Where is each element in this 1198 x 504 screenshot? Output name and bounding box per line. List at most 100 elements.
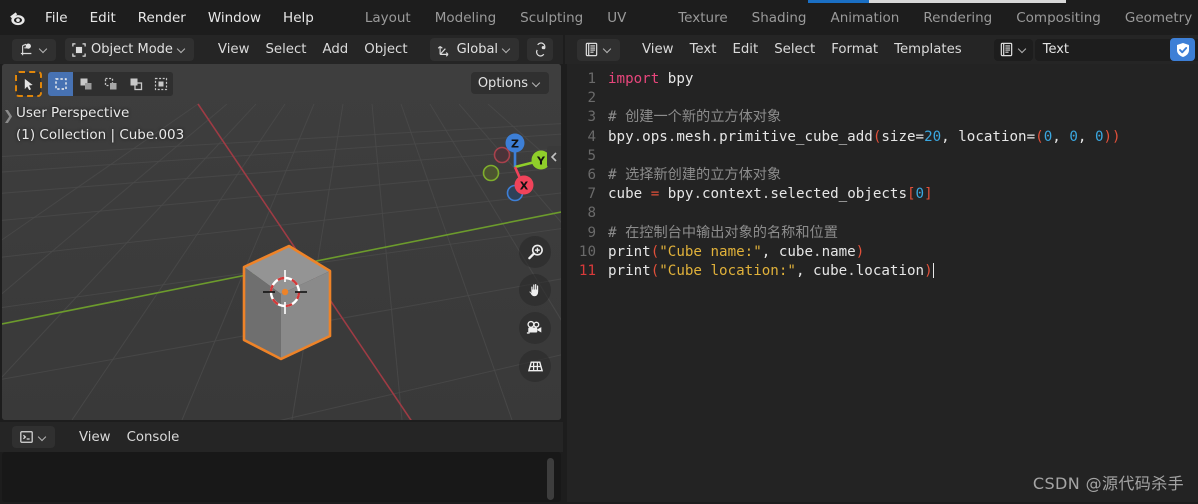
camera-view-button[interactable]	[519, 312, 551, 344]
zoom-tool-button[interactable]	[519, 236, 551, 268]
line-number: 10	[578, 243, 596, 260]
orientation-axis-icon	[437, 45, 448, 57]
text-editor-menus: View Text Edit Select Format Templates	[634, 39, 970, 60]
console-menu-console[interactable]: Console	[119, 427, 188, 448]
menu-edit[interactable]: Edit	[79, 6, 127, 30]
text-menu-text[interactable]: Text	[682, 39, 725, 60]
console-menus: View Console	[71, 427, 187, 448]
code-line: # 在控制台中输出对象的名称和位置	[608, 224, 838, 241]
camera-icon	[526, 320, 542, 334]
select-invert-icon	[130, 78, 142, 91]
tab-animation[interactable]: Animation	[818, 0, 911, 35]
console-menu-view[interactable]: View	[71, 427, 119, 448]
console-output-area[interactable]	[2, 452, 561, 502]
snap-toggle-button[interactable]	[527, 38, 554, 61]
text-caret	[932, 262, 935, 278]
transform-orientation-selector[interactable]: Global	[429, 38, 520, 61]
chevron-down-icon	[39, 433, 48, 442]
line-number: 2	[587, 90, 596, 107]
toggle-ortho-button[interactable]	[519, 350, 551, 382]
viewport-overlay-text: User Perspective (1) Collection | Cube.0…	[16, 102, 184, 146]
select-box-button[interactable]	[48, 72, 73, 96]
viewport-tool-header	[15, 71, 173, 97]
text-menu-format[interactable]: Format	[823, 39, 886, 60]
tab-texture-paint[interactable]: Texture Paint	[666, 0, 739, 63]
tab-geometry[interactable]: Geometry	[1113, 0, 1198, 35]
viewport-canvas[interactable]: Options ❯ User Perspective (1) Collectio…	[2, 64, 561, 420]
workspace-tabs: Layout Modeling Sculpting UV Editing Tex…	[353, 0, 1198, 63]
tab-layout[interactable]: Layout	[353, 0, 423, 35]
object-mode-selector[interactable]: Object Mode	[65, 38, 194, 61]
viewport-editor-type-selector[interactable]	[12, 38, 56, 61]
tab-modeling[interactable]: Modeling	[423, 0, 508, 35]
text-menu-view[interactable]: View	[634, 39, 682, 60]
tab-rendering[interactable]: Rendering	[911, 0, 1004, 35]
sidebar-expand-icon[interactable]: ❯	[3, 109, 14, 124]
select-subtract-icon	[104, 77, 116, 90]
viewport-options-button[interactable]: Options	[470, 72, 549, 94]
console-editor-type-selector[interactable]	[12, 426, 55, 448]
progress-indicator	[808, 0, 869, 3]
gizmo-neg-y-ball	[482, 164, 500, 182]
viewport-collection-label: (1) Collection | Cube.003	[16, 127, 185, 143]
tab-sculpting[interactable]: Sculpting	[508, 0, 595, 35]
csdn-watermark: CSDN @源代码杀手	[1032, 474, 1184, 493]
tab-shading[interactable]: Shading	[740, 0, 819, 35]
snap-magnet-icon	[535, 42, 545, 57]
text-editor-type-selector[interactable]	[577, 38, 620, 61]
select-invert-button[interactable]	[123, 72, 148, 96]
code-line: # 选择新创建的立方体对象	[608, 166, 782, 183]
select-mode-group	[48, 72, 173, 96]
viewport-menu-object[interactable]: Object	[356, 39, 415, 60]
text-datablock-selector: Text	[993, 38, 1198, 61]
text-menu-templates[interactable]: Templates	[886, 39, 970, 60]
text-menu-select[interactable]: Select	[766, 39, 823, 60]
menu-window[interactable]: Window	[197, 6, 272, 30]
python-console-editor: View Console	[0, 422, 563, 504]
viewport-options-label: Options	[477, 75, 528, 91]
code-line: import bpy	[608, 71, 694, 87]
svg-text:Y: Y	[536, 155, 546, 168]
tab-compositing[interactable]: Compositing	[1004, 0, 1113, 35]
chevron-down-icon	[503, 45, 512, 54]
line-number: 1	[587, 71, 596, 87]
console-icon	[20, 431, 33, 443]
grid-icon	[527, 361, 543, 372]
viewport-menu-view[interactable]: View	[210, 39, 258, 60]
pan-tool-button[interactable]	[519, 274, 551, 306]
line-number: 11	[578, 262, 596, 279]
console-scrollbar[interactable]	[547, 458, 554, 500]
tool-tweak-button[interactable]	[15, 71, 42, 97]
line-number: 3	[587, 109, 596, 126]
tab-uv-editing[interactable]: UV Editing	[595, 0, 666, 63]
svg-text:X: X	[520, 180, 529, 193]
text-menu-edit[interactable]: Edit	[724, 39, 766, 60]
menu-file[interactable]: File	[34, 6, 79, 30]
viewport-header: Object Mode View Select Add Object Globa…	[0, 35, 563, 64]
code-content[interactable]: import bpy # 创建一个新的立方体对象 bpy.ops.mesh.prim…	[608, 70, 1198, 281]
navigation-gizmo[interactable]: Z Y X	[477, 129, 553, 205]
line-number: 9	[587, 224, 596, 241]
select-extend-button[interactable]	[73, 72, 98, 96]
viewport-menu-add[interactable]: Add	[315, 39, 357, 60]
viewport-perspective-label: User Perspective	[16, 105, 130, 121]
blender-logo-icon[interactable]	[8, 0, 28, 35]
code-line: print("Cube location:", cube.location)	[608, 262, 935, 279]
line-number-gutter: 1 2 3 4 5 6 7 8 9 10 11	[567, 70, 600, 281]
select-intersect-button[interactable]	[148, 72, 173, 96]
cube-object[interactable]	[197, 232, 377, 382]
select-subtract-button[interactable]	[98, 72, 123, 96]
menu-render[interactable]: Render	[127, 6, 197, 30]
menu-help[interactable]: Help	[272, 6, 325, 30]
code-line: print("Cube name:", cube.name)	[608, 243, 865, 260]
run-script-button[interactable]	[1170, 38, 1195, 61]
text-editor-body[interactable]: 1 2 3 4 5 6 7 8 9 10 11 import bpy # 创建一个新的立方体对象 bpy…	[567, 64, 1198, 502]
svg-text:Z: Z	[511, 138, 519, 151]
viewport-menu-select[interactable]: Select	[257, 39, 314, 60]
text-datablock-browse-button[interactable]	[993, 38, 1033, 61]
object-mode-label: Object Mode	[91, 42, 173, 57]
n-panel-expand-icon[interactable]	[547, 146, 561, 168]
console-header: View Console	[0, 422, 563, 452]
chevron-down-icon	[604, 45, 613, 54]
